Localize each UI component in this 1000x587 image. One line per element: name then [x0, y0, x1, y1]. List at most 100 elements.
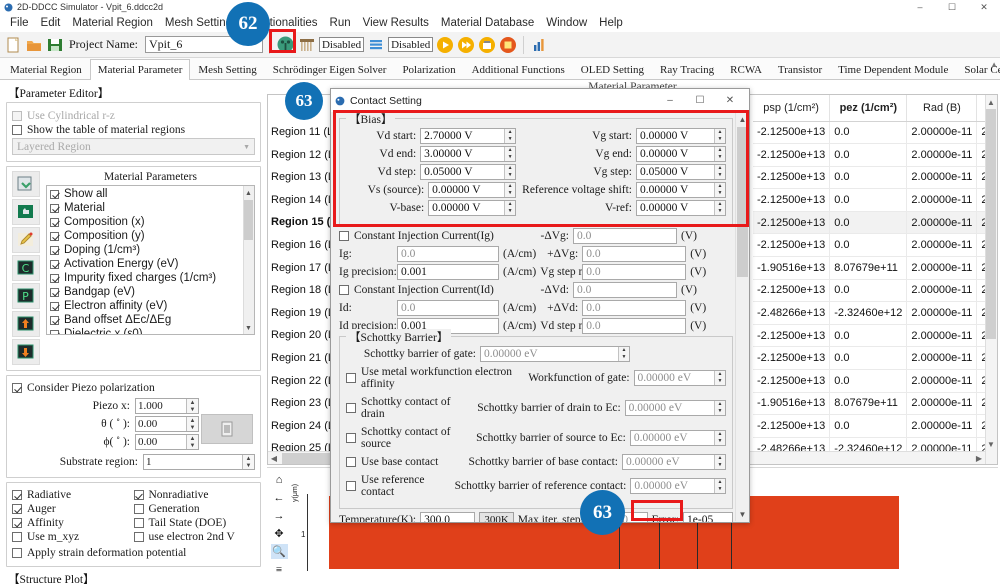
vd-step-input[interactable]: 0.05000 V ▲ ▼: [420, 164, 517, 180]
list-item[interactable]: Region 22 (L: [268, 370, 334, 393]
vg-start-input[interactable]: 0.00000 V ▲ ▼: [636, 128, 726, 144]
tab-oled-setting[interactable]: OLED Setting: [573, 59, 652, 79]
affinity-checkbox[interactable]: Affinity: [12, 517, 134, 529]
scroll-down-icon[interactable]: ▼: [244, 322, 253, 333]
tab-polarization[interactable]: Polarization: [394, 59, 463, 79]
phi-input[interactable]: 0.00 ▲ ▼: [135, 434, 199, 450]
table-row-selected[interactable]: -2.12500e+130.02.00000e-112.00000e: [753, 211, 985, 235]
run-all-icon[interactable]: [457, 36, 475, 54]
table-row[interactable]: -2.12500e+130.02.00000e-112.00000e: [753, 233, 985, 258]
list-item[interactable]: Region 23 (L: [268, 392, 334, 415]
list-item[interactable]: Region 14 (L: [268, 189, 334, 212]
use-m-xyz-checkbox[interactable]: Use m_xyz: [12, 531, 134, 543]
nonradiative-checkbox[interactable]: Nonradiative: [133, 489, 256, 501]
vg-end-input[interactable]: 0.00000 V ▲ ▼: [636, 146, 726, 162]
spinner-buttons[interactable]: ▲ ▼: [504, 165, 516, 179]
list-item[interactable]: Composition (x): [50, 215, 253, 229]
id-input[interactable]: 0.0: [397, 300, 499, 316]
menu-item-window[interactable]: Window: [540, 17, 593, 29]
chip-label-2[interactable]: Disabled: [388, 37, 434, 52]
mesh-icon[interactable]: [298, 36, 316, 54]
theta-input[interactable]: 0.00 ▲ ▼: [135, 416, 199, 432]
export-icon[interactable]: [478, 36, 496, 54]
plus-delta-vd-input[interactable]: 0.0: [582, 300, 687, 316]
schottky-contact-drain-checkbox[interactable]: Schottky contact of drain: [346, 396, 473, 420]
import-icon[interactable]: [12, 171, 40, 197]
list-scrollbar[interactable]: ▲ ▼: [243, 186, 254, 334]
menu-item-help[interactable]: Help: [593, 17, 629, 29]
pan-icon[interactable]: ✥: [271, 526, 288, 541]
tabstrip-scroll-icon[interactable]: ▲: [990, 60, 998, 69]
chip-label-1[interactable]: Disabled: [318, 37, 365, 52]
show-table-checkbox[interactable]: Show the table of material regions: [12, 124, 255, 136]
spinner-buttons[interactable]: ▲ ▼: [504, 183, 516, 197]
list-item[interactable]: Composition (y): [50, 229, 253, 243]
table-row[interactable]: -2.12500e+130.02.00000e-112.00000e: [753, 121, 985, 145]
constant-injection-ig-checkbox[interactable]: Constant Injection Current(Ig): [339, 230, 499, 242]
minimize-button[interactable]: –: [904, 0, 936, 14]
apply-strain-checkbox[interactable]: Apply strain deformation potential: [12, 547, 255, 559]
schottky-barrier-base-input[interactable]: 0.00000 eV ▲ ▼: [622, 454, 726, 470]
spinner-buttons[interactable]: ▲ ▼: [714, 147, 725, 161]
v-ref-input[interactable]: 0.00000 V ▲ ▼: [636, 200, 726, 216]
piezo-x-input[interactable]: 1.000 ▲ ▼: [135, 398, 199, 414]
list-item[interactable]: Band offset ΔEc/ΔEg: [50, 313, 253, 327]
spinner-buttons[interactable]: ▲ ▼: [242, 455, 254, 469]
workfunction-of-gate-input[interactable]: 0.00000 eV ▲ ▼: [633, 370, 726, 386]
tab-material-parameter[interactable]: Material Parameter: [89, 59, 191, 80]
move-down-icon[interactable]: [12, 339, 40, 365]
new-file-icon[interactable]: [4, 36, 22, 54]
vg-step-input[interactable]: 0.05000 V ▲ ▼: [636, 164, 726, 180]
spinner-buttons[interactable]: ▲ ▼: [714, 479, 725, 493]
table-row[interactable]: -2.12500e+130.02.00000e-112.00000e: [753, 166, 985, 190]
column-header-pez[interactable]: pez (1/cm²): [829, 95, 908, 122]
error-input[interactable]: 1e-05: [683, 512, 733, 522]
use-reference-contact-checkbox[interactable]: Use reference contact: [346, 474, 451, 498]
vd-start-input[interactable]: 2.70000 V ▲ ▼: [420, 128, 517, 144]
minus-delta-vg-input[interactable]: 0.0: [573, 228, 677, 244]
run-icon[interactable]: [436, 36, 454, 54]
list-item[interactable]: Region 17 (L: [268, 257, 334, 280]
chart-icon[interactable]: [530, 36, 548, 54]
list-item[interactable]: Show all: [50, 187, 253, 201]
region-list[interactable]: Region 11 (L Region 12 (L Region 13 (L R…: [268, 95, 334, 464]
use-metal-workfunction-checkbox[interactable]: Use metal workfunction electron affinity: [346, 366, 524, 390]
list-item[interactable]: Region 16 (L: [268, 234, 334, 257]
vd-end-input[interactable]: 3.00000 V ▲ ▼: [420, 146, 517, 162]
list-item[interactable]: Region 13 (L: [268, 166, 334, 189]
v-base-input[interactable]: 0.00000 V ▲ ▼: [428, 200, 517, 216]
vd-step-min-input[interactable]: 0.0: [582, 318, 687, 334]
schottky-barrier-reference-input[interactable]: 0.00000 eV ▲ ▼: [630, 478, 726, 494]
scroll-down-icon[interactable]: ▼: [986, 438, 996, 450]
spinner-buttons[interactable]: ▲ ▼: [714, 129, 725, 143]
column-header-auger[interactable]: Auger (: [976, 95, 985, 122]
configure-subplots-icon[interactable]: ≡: [271, 562, 288, 577]
scroll-thumb[interactable]: [986, 109, 996, 339]
layers-icon[interactable]: [367, 36, 385, 54]
list-item[interactable]: Dielectric x (ε0): [50, 327, 253, 334]
list-item-selected[interactable]: Region 15 (: [268, 211, 334, 234]
tab-rcwa[interactable]: RCWA: [722, 59, 770, 79]
scroll-right-icon[interactable]: ▶: [973, 452, 985, 464]
menu-item-material-database[interactable]: Material Database: [435, 17, 540, 29]
edit-icon[interactable]: [12, 227, 40, 253]
minus-delta-vd-input[interactable]: 0.0: [573, 282, 677, 298]
spinner-buttons[interactable]: ▲ ▼: [504, 147, 516, 161]
table-vertical-scrollbar[interactable]: ▲ ▼: [985, 95, 997, 464]
spinner-buttons[interactable]: ▲ ▼: [714, 401, 725, 415]
tab-additional-functions[interactable]: Additional Functions: [464, 59, 573, 79]
spinner-buttons[interactable]: ▲ ▼: [186, 417, 198, 431]
maximize-button[interactable]: ☐: [936, 0, 968, 14]
scroll-thumb[interactable]: [737, 127, 748, 277]
tab-material-region[interactable]: Material Region: [2, 59, 90, 79]
scroll-up-icon[interactable]: ▲: [736, 113, 749, 126]
auger-checkbox[interactable]: Auger: [12, 503, 134, 515]
table-row[interactable]: -2.12500e+130.02.00000e-112.00000e: [753, 143, 985, 167]
spinner-buttons[interactable]: ▲ ▼: [618, 347, 629, 361]
spinner-buttons[interactable]: ▲ ▼: [186, 435, 198, 449]
back-arrow-icon[interactable]: ←: [271, 490, 288, 505]
use-base-contact-checkbox[interactable]: Use base contact: [346, 456, 438, 468]
menu-item-view-results[interactable]: View Results: [357, 17, 435, 29]
temperature-input[interactable]: 300.0: [420, 512, 476, 522]
contact-setting-icon[interactable]: [276, 35, 295, 54]
